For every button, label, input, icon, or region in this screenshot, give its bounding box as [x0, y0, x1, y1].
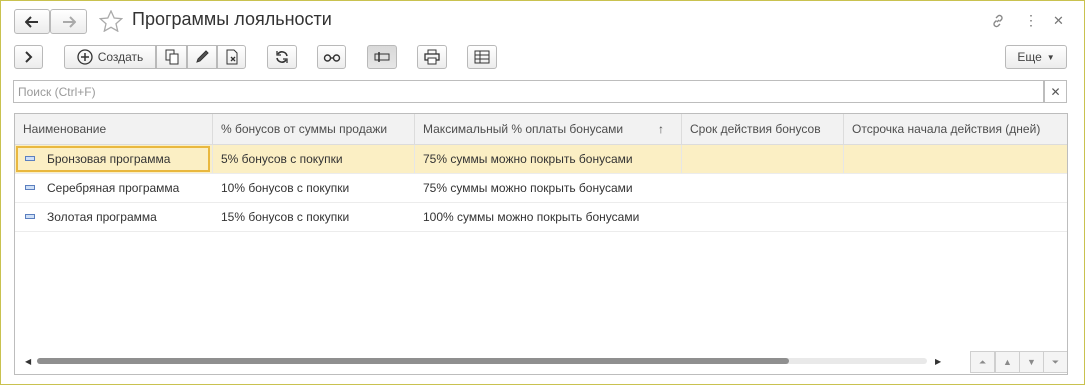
close-icon[interactable]: ✕ [1053, 13, 1064, 29]
more-button[interactable]: Еще ▼ [1005, 45, 1067, 69]
column-header-bonus-percent[interactable]: % бонусов от суммы продажи [213, 114, 415, 144]
copy-button[interactable] [156, 45, 187, 69]
cell-bonus-term [682, 174, 844, 202]
table-header: Наименование % бонусов от суммы продажи … [15, 114, 1067, 145]
cell-name: Серебряная программа [47, 181, 180, 195]
cell-start-delay [844, 174, 1067, 202]
table-row[interactable]: Золотая программа 15% бонусов с покупки … [15, 203, 1067, 232]
cell-bonus-percent: 5% бонусов с покупки [213, 145, 415, 173]
scroll-right-arrow-icon[interactable]: ▶ [935, 357, 941, 366]
search-field-icon [374, 52, 390, 62]
cell-bonus-percent: 10% бонусов с покупки [221, 181, 350, 195]
go-previous-button[interactable]: ▲ [995, 351, 1020, 373]
forward-button[interactable] [50, 9, 87, 34]
cell-start-delay [844, 203, 1067, 231]
go-last-button[interactable]: ⏷ [1043, 351, 1067, 373]
edit-button[interactable] [187, 45, 217, 69]
horizontal-scrollbar-thumb[interactable] [37, 358, 789, 364]
page-title: Программы лояльности [132, 9, 332, 29]
column-header-max-payment-label: Максимальный % оплаты бонусами [423, 122, 624, 136]
go-previous-icon: ▲ [1003, 357, 1012, 367]
go-first-icon: ⏶ [978, 356, 987, 367]
delete-document-icon [226, 49, 237, 65]
scroll-left-arrow-icon[interactable]: ◀ [25, 357, 31, 366]
go-first-button[interactable]: ⏶ [970, 351, 995, 373]
column-header-max-payment[interactable]: Максимальный % оплаты бонусами ↑ [415, 114, 682, 144]
column-header-start-delay[interactable]: Отсрочка начала действия (дней) [844, 114, 1067, 144]
search-input[interactable] [13, 80, 1044, 103]
cell-name: Бронзовая программа [39, 145, 213, 173]
cell-bonus-term [682, 203, 844, 231]
cell-bonus-term [682, 145, 844, 173]
print-button[interactable] [417, 45, 447, 69]
expand-panel-button[interactable] [14, 45, 43, 69]
arrow-left-icon [25, 15, 38, 28]
refresh-button[interactable] [267, 45, 297, 69]
chevron-right-icon [24, 51, 32, 63]
caret-down-icon: ▼ [1046, 52, 1055, 62]
refresh-icon [276, 51, 288, 63]
table-icon [474, 50, 490, 64]
create-button-label: Создать [97, 50, 144, 64]
window: Программы лояльности ⋮ ✕ Создать Еще ▼ П… [0, 0, 1085, 385]
back-button[interactable] [14, 9, 50, 34]
go-last-icon: ⏷ [1051, 356, 1060, 367]
horizontal-scrollbar[interactable] [37, 358, 927, 364]
mark-delete-button[interactable] [217, 45, 246, 69]
sort-ascending-icon: ↑ [658, 122, 664, 136]
link-icon[interactable] [990, 13, 1006, 29]
pencil-icon [196, 50, 209, 63]
go-next-icon: ▼ [1027, 357, 1036, 367]
create-button[interactable]: Создать [64, 45, 156, 69]
table-row[interactable]: Бронзовая программа 5% бонусов с покупки… [15, 145, 1067, 174]
column-header-bonus-term[interactable]: Срок действия бонусов [682, 114, 844, 144]
plus-circle-icon [77, 49, 93, 65]
printer-icon [424, 49, 440, 65]
report-button[interactable] [467, 45, 497, 69]
glasses-icon [323, 54, 340, 62]
catalog-item-icon [25, 156, 35, 161]
more-button-label: Еще [1017, 50, 1042, 64]
view-mode-button[interactable] [317, 45, 346, 69]
programs-table[interactable]: Наименование % бонусов от суммы продажи … [14, 113, 1068, 375]
go-next-button[interactable]: ▼ [1019, 351, 1044, 373]
column-header-name[interactable]: Наименование [15, 114, 213, 144]
cell-max-payment: 75% суммы можно покрыть бонусами [423, 181, 633, 195]
cell-max-payment: 75% суммы можно покрыть бонусами [415, 145, 682, 173]
arrow-right-icon [62, 15, 76, 28]
search-mode-button[interactable] [367, 45, 397, 69]
cell-bonus-percent: 15% бонусов с покупки [221, 210, 350, 224]
cell-start-delay [844, 145, 1067, 173]
more-vertical-icon[interactable]: ⋮ [1024, 12, 1038, 29]
cell-name: Золотая программа [47, 210, 157, 224]
table-row[interactable]: Серебряная программа 10% бонусов с покуп… [15, 174, 1067, 203]
catalog-item-icon [25, 214, 35, 219]
cell-max-payment: 100% суммы можно покрыть бонусами [423, 210, 640, 224]
favorite-star-icon[interactable] [99, 10, 123, 32]
catalog-item-icon [25, 185, 35, 190]
search-clear-button[interactable]: ✕ [1044, 80, 1067, 103]
copy-icon [165, 49, 178, 65]
clear-icon: ✕ [1050, 84, 1061, 99]
